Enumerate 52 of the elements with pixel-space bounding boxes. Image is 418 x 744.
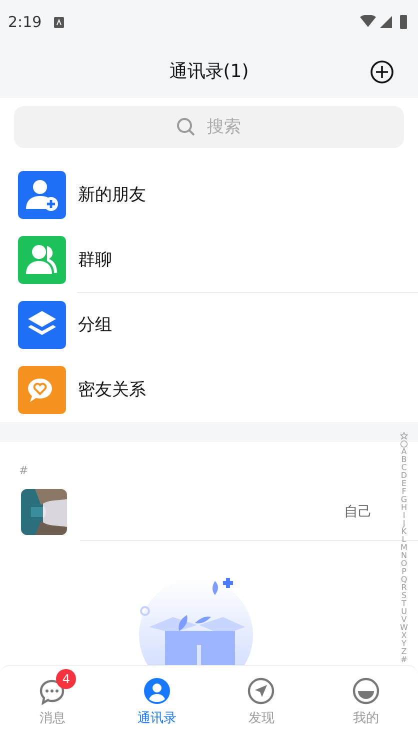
menu-label: 分组 xyxy=(78,314,112,336)
index-letter[interactable]: S xyxy=(401,592,407,600)
index-letter[interactable]: H xyxy=(400,504,407,512)
tab[interactable]: 发现 xyxy=(209,666,314,744)
index-letter[interactable]: X xyxy=(401,632,407,640)
index-letter[interactable]: M xyxy=(400,544,408,552)
tab[interactable]: 我的 xyxy=(314,666,418,744)
index-letter[interactable]: V xyxy=(401,616,407,624)
index-letter[interactable]: T xyxy=(402,600,406,608)
index-letter[interactable]: G xyxy=(400,496,408,504)
index-letter[interactable]: W xyxy=(400,624,408,632)
menu-row[interactable]: 分组 xyxy=(0,292,418,357)
menu-row[interactable]: 群聊 xyxy=(0,227,418,292)
index-letter[interactable]: K xyxy=(401,528,407,536)
contact-tag: 自己 xyxy=(344,503,372,521)
status-time: 2:19 xyxy=(8,13,42,31)
index-letter[interactable]: Y xyxy=(402,640,406,648)
index-letter[interactable]: A xyxy=(401,448,407,456)
index-letter[interactable]: F xyxy=(402,488,406,496)
menu-label: 群聊 xyxy=(78,249,112,271)
index-letter[interactable]: # xyxy=(400,656,408,664)
index-letter[interactable]: U xyxy=(401,608,407,616)
menu-row[interactable]: 密友关系 xyxy=(0,357,418,422)
star-icon[interactable] xyxy=(400,432,408,440)
unread-badge: 4 xyxy=(56,669,76,689)
section-letter: # xyxy=(19,464,28,477)
tab[interactable]: 通讯录 xyxy=(104,666,209,744)
menu-label: 新的朋友 xyxy=(78,184,146,206)
index-letter[interactable]: C xyxy=(401,464,407,472)
index-letter[interactable]: O xyxy=(400,560,408,568)
menu-label: 密友关系 xyxy=(78,379,146,401)
search-field[interactable]: 搜索 xyxy=(14,106,404,148)
half-circle-icon xyxy=(352,677,380,705)
page-title: 通讯录(1) xyxy=(169,60,249,83)
notification-icon xyxy=(54,16,64,28)
index-letter[interactable]: L xyxy=(402,536,406,544)
index-letter[interactable]: E xyxy=(401,480,407,488)
contact-row[interactable]: 自己 xyxy=(0,484,388,540)
menu-row[interactable]: 新的朋友 xyxy=(0,162,418,227)
index-letter[interactable]: P xyxy=(402,568,406,576)
index-letter[interactable]: J xyxy=(402,520,406,528)
index-letter[interactable]: R xyxy=(401,584,407,592)
index-letter[interactable]: I xyxy=(402,512,406,520)
index-letter[interactable]: Z xyxy=(401,648,407,656)
tab[interactable]: 4 消息 xyxy=(0,666,104,744)
status-icons-drawing xyxy=(360,15,410,29)
index-letter[interactable]: Q xyxy=(400,576,408,584)
index-letter[interactable]: D xyxy=(400,472,408,480)
person-icon xyxy=(142,677,171,705)
add-button[interactable] xyxy=(370,60,394,84)
index-letter[interactable]: N xyxy=(401,552,407,560)
index-letter[interactable]: B xyxy=(401,456,407,464)
